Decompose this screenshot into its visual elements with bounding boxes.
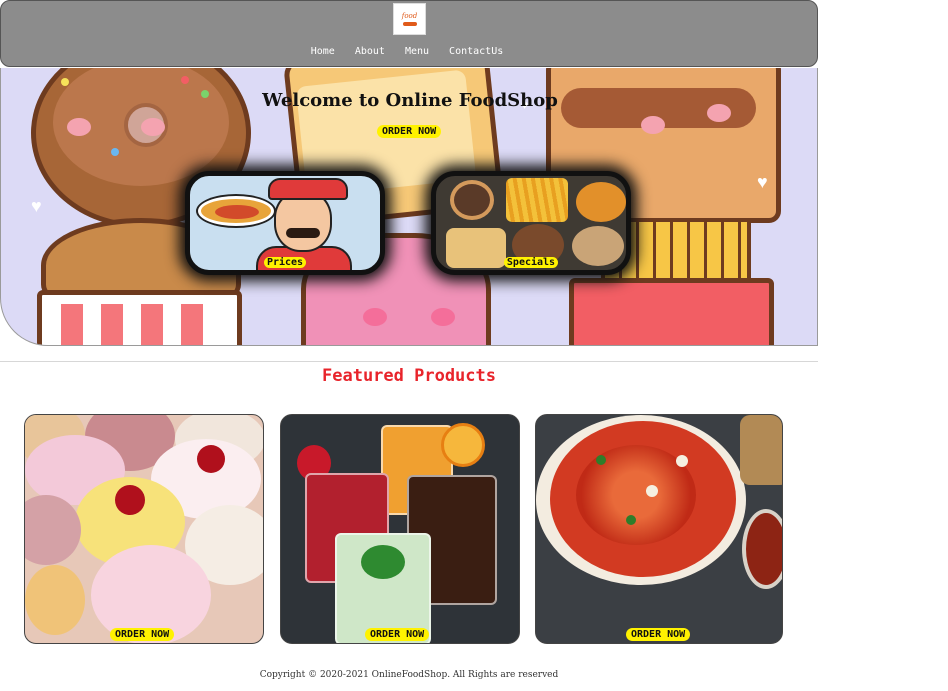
featured-products-title: Featured Products	[322, 366, 496, 386]
popcorn-stripes-illustration	[61, 304, 221, 345]
pink-cake-cheek-left	[363, 308, 387, 326]
specials-card-label: Specials	[503, 257, 559, 268]
heart-icon: ♥	[757, 172, 768, 192]
product-card-stew[interactable]: ORDER NOW	[535, 414, 783, 644]
hero-title: Welcome to Online FoodShop	[262, 90, 558, 111]
side-bowl-photo	[742, 509, 782, 589]
hero-banner: ♥ ♥ ♥ Welcome to Online FoodShop ORDER N…	[0, 68, 818, 346]
footer-copyright: Copyright © 2020-2021 OnlineFoodShop. Al…	[259, 670, 559, 680]
logo-text: food	[401, 12, 418, 20]
pizza-illustration	[198, 196, 274, 226]
fries-box-illustration	[569, 278, 774, 345]
nav-contact-link[interactable]: ContactUs	[439, 46, 513, 57]
donut-cheek-left	[67, 118, 91, 136]
cupcake-photo	[25, 495, 81, 565]
nav-about-link[interactable]: About	[345, 46, 395, 57]
nav-menu-link[interactable]: Menu	[395, 46, 439, 57]
pink-cake-cheek-right	[431, 308, 455, 326]
sprinkle	[61, 78, 69, 86]
donut-photo	[450, 180, 494, 220]
site-header: food Home About Menu ContactUs	[0, 0, 818, 67]
herb-photo	[626, 515, 636, 525]
orange-slice-photo	[441, 423, 485, 467]
sprinkle	[111, 148, 119, 156]
nav-home-link[interactable]: Home	[301, 46, 345, 57]
cherry-photo	[197, 445, 225, 473]
mint-leaves-photo	[361, 545, 405, 579]
sprinkle	[181, 76, 189, 84]
product-card-cupcakes[interactable]: ORDER NOW	[24, 414, 264, 644]
herb-photo	[596, 455, 606, 465]
prices-card-label-wrap: Prices	[190, 257, 380, 268]
order-now-button[interactable]: ORDER NOW	[110, 628, 175, 641]
chef-hat-illustration	[268, 178, 348, 200]
site-logo[interactable]: food	[393, 3, 426, 35]
order-now-button[interactable]: ORDER NOW	[626, 628, 691, 641]
cheese-photo	[646, 485, 658, 497]
product-card-drinks[interactable]: ORDER NOW	[280, 414, 520, 644]
donut-cheek-right	[141, 118, 165, 136]
nuggets-photo	[576, 182, 626, 222]
cheese-photo	[676, 455, 688, 467]
prices-card-label: Prices	[263, 257, 307, 268]
logo-mark-icon	[402, 22, 417, 26]
heart-icon: ♥	[31, 196, 42, 216]
hero-order-now-button[interactable]: ORDER NOW	[377, 125, 442, 138]
fries-photo	[506, 178, 568, 222]
cupcake-photo	[25, 565, 85, 635]
chef-mustache-illustration	[286, 228, 320, 238]
specials-card[interactable]: Specials	[431, 171, 631, 275]
cake-cheek-left	[641, 116, 665, 134]
specials-card-label-wrap: Specials	[436, 257, 626, 268]
prices-card[interactable]: Prices	[185, 171, 385, 275]
main-nav: Home About Menu ContactUs	[1, 46, 819, 57]
cherry-photo	[115, 485, 145, 515]
bread-photo	[740, 415, 782, 485]
section-divider	[0, 361, 818, 362]
order-now-button[interactable]: ORDER NOW	[365, 628, 430, 641]
